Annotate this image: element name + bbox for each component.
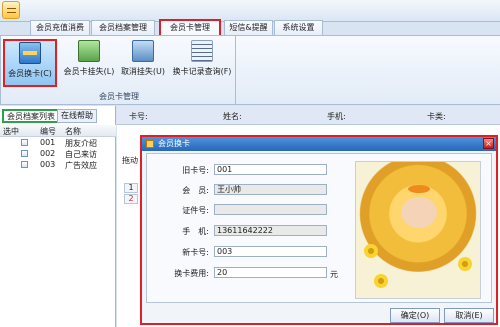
- ribbon-panel: 会员换卡(C) 会员卡挂失(L) 取消挂失(U) 换卡记录查询(F) 会员卡管理: [0, 35, 236, 105]
- top-tab-bar: 会员充值消费 会员档案管理 会员卡管理 短信&提醒 系统设置: [0, 0, 500, 36]
- tab-member-card-management[interactable]: 会员卡管理: [159, 19, 221, 36]
- phone-field: 13611642222: [214, 225, 327, 236]
- select-checkbox[interactable]: [21, 139, 28, 146]
- phone-label: 手 机:: [182, 227, 209, 236]
- member-list-tab[interactable]: 会员档案列表: [2, 109, 60, 123]
- member-id: 002: [40, 149, 56, 158]
- tab-sms-reminder[interactable]: 短信&提醒: [224, 20, 273, 35]
- ribbon-empty-area: [236, 35, 500, 105]
- replacement-fee-field[interactable]: 20: [214, 267, 327, 278]
- member-card-replace-button[interactable]: 会员换卡(C): [3, 39, 57, 87]
- history-list-icon: [191, 40, 213, 62]
- member-row[interactable]: 002 自己来访: [0, 148, 116, 159]
- ok-button[interactable]: 确定(O): [390, 308, 440, 323]
- grid-header-text: 拖动: [122, 156, 138, 165]
- member-card-replace-label: 会员换卡(C): [8, 69, 52, 78]
- member-name: 广告效应: [65, 161, 97, 170]
- left-member-panel: 会员档案列表 在线帮助 选中 编号 名称 001 朋友介绍 002 自己来访 0…: [0, 106, 116, 327]
- tab-recharge-consume[interactable]: 会员充值消费: [30, 20, 90, 35]
- member-id: 001: [40, 138, 56, 147]
- member-id: 003: [40, 160, 56, 169]
- id-number-field: [214, 204, 327, 215]
- dialog-title-bar[interactable]: 会员换卡 ×: [142, 137, 496, 151]
- tab-member-records[interactable]: 会员档案管理: [91, 20, 155, 35]
- app-icon: [2, 1, 20, 19]
- application-window: 会员充值消费 会员档案管理 会员卡管理 短信&提醒 系统设置 会员换卡(C) 会…: [0, 0, 500, 327]
- name-column-header: 名称: [65, 127, 81, 136]
- old-card-label: 旧卡号:: [182, 166, 209, 175]
- dialog-title: 会员换卡: [158, 139, 190, 148]
- card-number-label: 卡号:: [129, 112, 148, 121]
- replacement-fee-label: 换卡费用:: [174, 269, 209, 278]
- card-replacement-history-button[interactable]: 换卡记录查询(F): [171, 39, 233, 87]
- loss-card-icon: [78, 40, 100, 62]
- card-replacement-history-label: 换卡记录查询(F): [172, 67, 232, 76]
- phone-label: 手机:: [327, 112, 346, 121]
- member-card-loss-button[interactable]: 会员卡挂失(L): [62, 39, 116, 87]
- select-column-header: 选中: [3, 127, 19, 136]
- tab-system-settings[interactable]: 系统设置: [274, 20, 323, 35]
- member-row[interactable]: 001 朋友介绍: [0, 137, 116, 148]
- new-card-field[interactable]: 003: [214, 246, 327, 257]
- grid-row-number: 2: [124, 194, 138, 204]
- currency-unit: 元: [330, 270, 338, 279]
- cancel-loss-button[interactable]: 取消挂失(U): [119, 39, 167, 87]
- member-card-loss-label: 会员卡挂失(L): [63, 67, 115, 76]
- member-photo: [355, 161, 481, 299]
- dialog-form: 旧卡号: 001 会 员: 王小帅 证件号: 手 机: 13611642222 …: [146, 153, 492, 303]
- member-card-replace-dialog: 会员换卡 × 旧卡号: 001 会 员: 王小帅 证件号: 手 机: 13611…: [140, 135, 498, 325]
- online-help-tab[interactable]: 在线帮助: [57, 109, 97, 123]
- grid-row-number: 1: [124, 183, 138, 193]
- id-number-label: 证件号:: [182, 206, 209, 215]
- cancel-loss-icon: [132, 40, 154, 62]
- dialog-icon: [146, 140, 154, 148]
- card-icon: [19, 42, 41, 64]
- select-checkbox[interactable]: [21, 150, 28, 157]
- member-list-header: 选中 编号 名称: [0, 125, 116, 137]
- new-card-label: 新卡号:: [182, 248, 209, 257]
- select-checkbox[interactable]: [21, 161, 28, 168]
- cancel-loss-label: 取消挂失(U): [120, 67, 166, 76]
- member-name-field: 王小帅: [214, 184, 327, 195]
- close-icon[interactable]: ×: [483, 138, 494, 149]
- member-label: 会 员:: [182, 186, 209, 195]
- name-label: 姓名:: [223, 112, 242, 121]
- cancel-button[interactable]: 取消(E): [444, 308, 494, 323]
- card-type-label: 卡类:: [427, 112, 446, 121]
- id-column-header: 编号: [40, 127, 56, 136]
- ribbon-group-label: 会员卡管理: [99, 92, 139, 101]
- member-row[interactable]: 003 广告效应: [0, 159, 116, 170]
- search-toolbar: 卡号: 姓名: 手机: 卡类:: [117, 106, 500, 125]
- old-card-field[interactable]: 001: [214, 164, 327, 175]
